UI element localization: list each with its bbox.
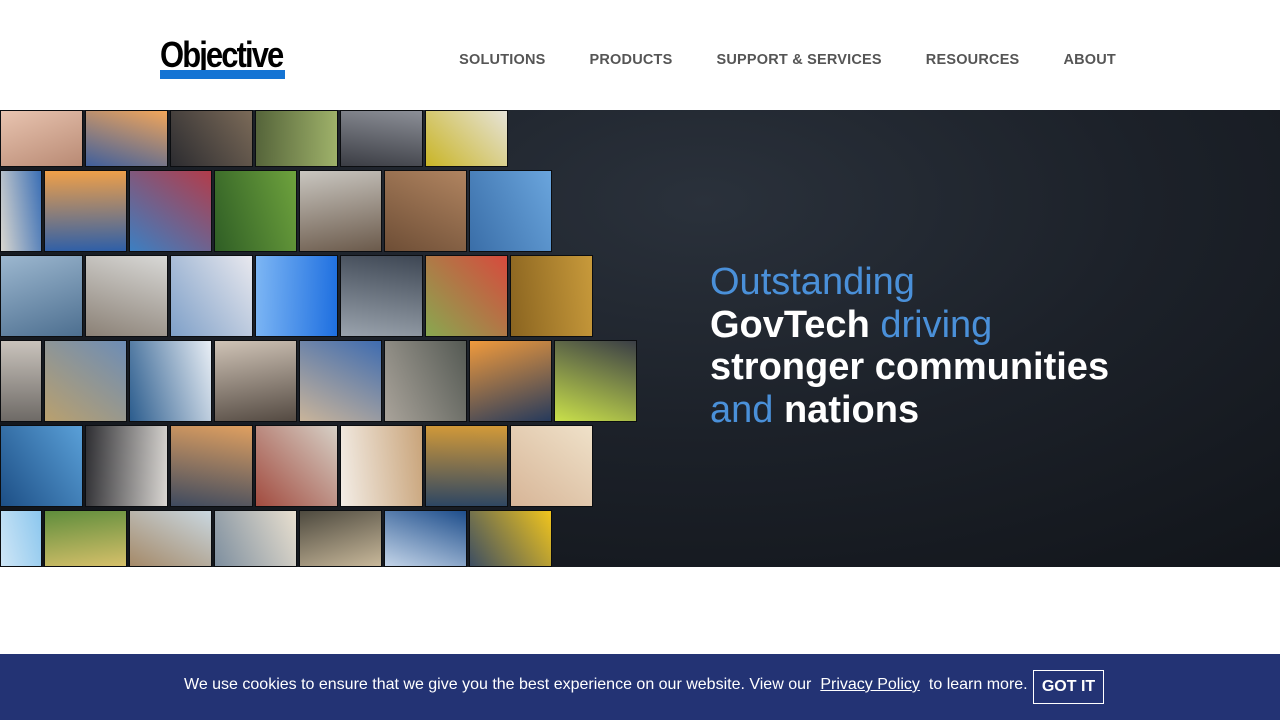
objective-logo[interactable]: Objective [160, 34, 285, 80]
got-it-button[interactable]: GOT IT [1033, 670, 1104, 704]
photo-tile-ferry [129, 340, 212, 422]
nav-support-services[interactable]: SUPPORT & SERVICES [716, 52, 881, 68]
headline-outstanding: Outstanding [710, 261, 915, 303]
nav-products[interactable]: PRODUCTS [590, 52, 673, 68]
headline-stronger-communities: stronger communities [710, 346, 1110, 388]
photo-tile-surveyor [425, 255, 508, 337]
photo-tile-office-workers [340, 255, 423, 337]
cookie-text-before: We use cookies to ensure that we give yo… [184, 676, 812, 693]
site-header: Objective SOLUTIONS PRODUCTS SUPPORT & S… [0, 0, 1280, 110]
photo-tile-commuters [340, 110, 423, 167]
photo-tile-house [299, 340, 382, 422]
photo-tile-hi-vis-worker [425, 110, 508, 167]
photo-tile-train [469, 510, 552, 567]
photo-tile-pier [0, 255, 83, 337]
photo-tile-wheat-field [510, 255, 593, 337]
headline-and: and [710, 388, 784, 431]
cookie-message: We use cookies to ensure that we give yo… [184, 676, 1028, 694]
hero-headline: Outstanding GovTech driving stronger com… [710, 261, 1190, 431]
photo-tile-cafe [214, 340, 297, 422]
photo-tile-city-sunset [469, 340, 552, 422]
photo-tile-transporter-bridge [469, 170, 552, 252]
main-nav: SOLUTIONS PRODUCTS SUPPORT & SERVICES RE… [459, 52, 1116, 68]
cookie-banner: We use cookies to ensure that we give yo… [0, 654, 1280, 720]
privacy-policy-link[interactable]: Privacy Policy [820, 676, 920, 693]
headline-driving: driving [869, 303, 993, 346]
photo-tile-soldiers [384, 340, 467, 422]
photo-tile-girl-on-swing [340, 425, 423, 507]
nav-solutions[interactable]: SOLUTIONS [459, 52, 545, 68]
headline-govtech: GovTech [710, 303, 870, 346]
photo-tile-cyclists [214, 170, 297, 252]
photo-tile-officers [299, 510, 382, 567]
photo-tile-police [554, 340, 637, 422]
nav-about[interactable]: ABOUT [1063, 52, 1116, 68]
photo-tile-hospital [170, 255, 253, 337]
photo-tile-glacier [0, 510, 42, 567]
cookie-text-after: to learn more. [928, 676, 1028, 693]
photo-tile-construction-scaffold [384, 170, 467, 252]
photo-tile-airplane [85, 110, 168, 167]
photo-tile-cyclist [214, 510, 297, 567]
headline-nations: nations [783, 388, 920, 431]
photo-tile-drone [0, 170, 42, 252]
photo-tile-garden [255, 110, 338, 167]
nav-resources[interactable]: RESOURCES [926, 52, 1020, 68]
photo-tile-surgeon [0, 425, 83, 507]
photo-tile-skyscraper [384, 510, 467, 567]
photo-tile-holding-hands [510, 425, 593, 507]
photo-tile-elderly-woman [0, 340, 42, 422]
photo-tile-businesswoman [85, 425, 168, 507]
photo-tile-pylon-sunset [170, 425, 253, 507]
photo-tile-street [255, 425, 338, 507]
logo-underline-bar [160, 70, 285, 79]
photo-tile-parliament-house [44, 340, 127, 422]
photo-tile-lake [44, 510, 127, 567]
photo-tile-fishing-nets [129, 170, 212, 252]
photo-tile-power-lines [44, 170, 127, 252]
photo-tile-aircraft [255, 255, 338, 337]
photo-tile-rope [85, 255, 168, 337]
photo-tile-hands [0, 110, 83, 167]
photo-tile-beach [129, 510, 212, 567]
photo-tile-engineer [425, 425, 508, 507]
photo-tile-highway [170, 110, 253, 167]
photo-tile-colleagues [299, 170, 382, 252]
